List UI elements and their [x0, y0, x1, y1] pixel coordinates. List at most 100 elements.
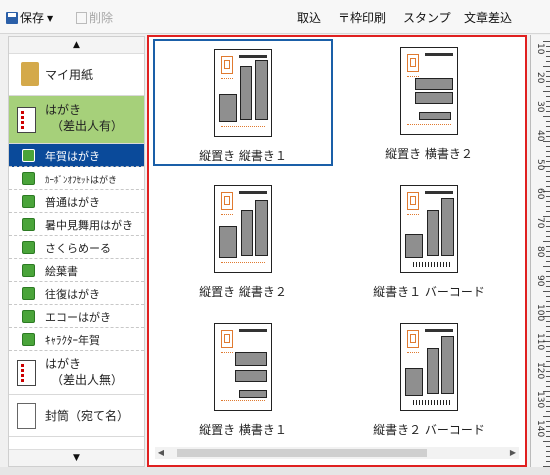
template-thumbnail — [400, 47, 458, 135]
ruler-tick — [546, 456, 550, 457]
template-caption: 縦置き 横書き１ — [199, 423, 287, 437]
ruler-tick — [543, 91, 550, 92]
category-postcard-without-sender[interactable]: はがき （差出人無） — [9, 351, 144, 395]
ruler-label: 110 — [535, 333, 545, 351]
template-tile[interactable]: 縦置き 縦書き１ — [153, 39, 333, 166]
ruler-tick — [546, 86, 550, 87]
ruler-tick — [546, 271, 550, 272]
chevron-left-icon[interactable]: ◀ — [155, 447, 167, 459]
postcard-green-icon — [22, 287, 35, 300]
ruler-label: 50 — [535, 159, 545, 171]
scrollbar-thumb[interactable] — [177, 449, 427, 457]
ruler-tick — [546, 331, 550, 332]
ruler-tick — [546, 321, 550, 322]
text-insert-button[interactable]: 文章差込 — [464, 9, 512, 26]
list-item-sakura-mail[interactable]: さくらめーる — [9, 236, 144, 259]
ruler-tick — [546, 131, 550, 132]
ruler-tick — [546, 226, 550, 227]
paper-category-list: ▲ マイ用紙 はがき （差出人有） 年賀はがき ｶｰﾎﾞﾝｵﾌｾｯﾄはがき 普通… — [8, 36, 145, 467]
postcard-green-icon — [22, 310, 35, 323]
ruler-tick — [546, 146, 550, 147]
ruler-tick — [546, 436, 550, 437]
ruler-tick — [546, 181, 550, 182]
template-tile[interactable]: 縦書き１ バーコード — [339, 177, 519, 304]
template-tile[interactable]: 縦置き 横書き２ — [339, 39, 519, 166]
list-item-nenga[interactable]: 年賀はがき — [9, 144, 144, 167]
save-button[interactable]: 保存 ▼ — [6, 9, 53, 26]
ruler-tick — [546, 421, 550, 422]
ruler-label: 100 — [535, 304, 545, 322]
ruler-tick — [546, 156, 550, 157]
scroll-down-button[interactable]: ▼ — [9, 449, 144, 466]
template-caption: 縦置き 横書き２ — [385, 147, 473, 161]
delete-button[interactable]: 削除 — [76, 9, 113, 26]
ruler-tick — [543, 441, 550, 442]
ruler-tick — [546, 136, 550, 137]
ruler-tick — [546, 446, 550, 447]
ruler-label: 10 — [535, 43, 545, 55]
ruler-tick — [546, 351, 550, 352]
template-caption: 縦書き２ バーコード — [373, 423, 485, 437]
ruler-tick — [543, 291, 550, 292]
ruler-tick — [543, 41, 550, 42]
list-item-carbon-offset[interactable]: ｶｰﾎﾞﾝｵﾌｾｯﾄはがき — [9, 167, 144, 190]
ruler-tick — [546, 76, 550, 77]
list-item-reply-postcard[interactable]: 往復はがき — [9, 282, 144, 305]
ruler-tick — [546, 336, 550, 337]
category-my-paper[interactable]: マイ用紙 — [9, 54, 144, 96]
postcard-icon — [17, 107, 36, 133]
chevron-right-icon[interactable]: ▶ — [507, 447, 519, 459]
delete-icon — [76, 12, 87, 24]
template-tile[interactable]: 縦置き 縦書き２ — [153, 177, 333, 304]
list-item-picture-postcard[interactable]: 絵葉書 — [9, 259, 144, 282]
ruler-tick — [546, 371, 550, 372]
toolbar: 保存 ▼ 削除 取込 〒枠印刷 スタンプ 文章差込 — [0, 0, 550, 34]
frame-print-button[interactable]: 〒枠印刷 — [338, 9, 386, 26]
ruler-label: 80 — [535, 246, 545, 258]
postcard-icon — [17, 360, 36, 386]
chevron-down-icon: ▼ — [47, 14, 54, 23]
template-caption: 縦置き 縦書き１ — [199, 149, 287, 163]
template-tile[interactable]: 縦置き 横書き１ — [153, 315, 333, 442]
ruler-tick — [546, 426, 550, 427]
folder-icon — [21, 62, 39, 86]
horizontal-scrollbar[interactable]: ◀ ▶ — [155, 447, 519, 459]
ruler-tick — [546, 256, 550, 257]
stamp-button[interactable]: スタンプ — [403, 9, 451, 26]
ruler-tick — [546, 251, 550, 252]
ruler-tick — [546, 61, 550, 62]
list-item-character-nenga[interactable]: ｷｬﾗｸﾀｰ年賀 — [9, 328, 144, 351]
ruler-tick — [546, 106, 550, 107]
ruler-tick — [546, 286, 550, 287]
ruler-tick — [546, 246, 550, 247]
template-thumbnail — [400, 323, 458, 411]
template-thumbnail — [400, 185, 458, 273]
ruler-tick — [546, 381, 550, 382]
template-tile[interactable]: 縦書き２ バーコード — [339, 315, 519, 442]
ruler-tick — [546, 401, 550, 402]
template-thumbnail — [214, 49, 272, 137]
scroll-up-button[interactable]: ▲ — [9, 37, 144, 54]
category-envelope[interactable]: 封筒（宛て名） — [9, 395, 144, 437]
list-item-summer[interactable]: 暑中見舞用はがき — [9, 213, 144, 236]
ruler-tick — [546, 396, 550, 397]
vertical-ruler: 10 20 30 40 50 60 70 80 90 100 110 120 130 140 — [530, 35, 550, 467]
ruler-tick — [543, 66, 550, 67]
import-button[interactable]: 取込 — [297, 9, 321, 26]
list-item-normal[interactable]: 普通はがき — [9, 190, 144, 213]
ruler-tick — [546, 296, 550, 297]
ruler-tick — [546, 301, 550, 302]
ruler-label: 20 — [535, 72, 545, 84]
category-postcard-with-sender[interactable]: はがき （差出人有） — [9, 96, 144, 144]
list-item-echo-postcard[interactable]: エコーはがき — [9, 305, 144, 328]
postcard-green-icon — [22, 333, 35, 346]
ruler-tick — [546, 176, 550, 177]
ruler-tick — [546, 461, 550, 462]
ruler-tick — [546, 96, 550, 97]
ruler-tick — [546, 71, 550, 72]
ruler-tick — [546, 411, 550, 412]
ruler-tick — [543, 116, 550, 117]
ruler-tick — [546, 121, 550, 122]
ruler-tick — [546, 356, 550, 357]
ruler-label: 90 — [535, 275, 545, 287]
